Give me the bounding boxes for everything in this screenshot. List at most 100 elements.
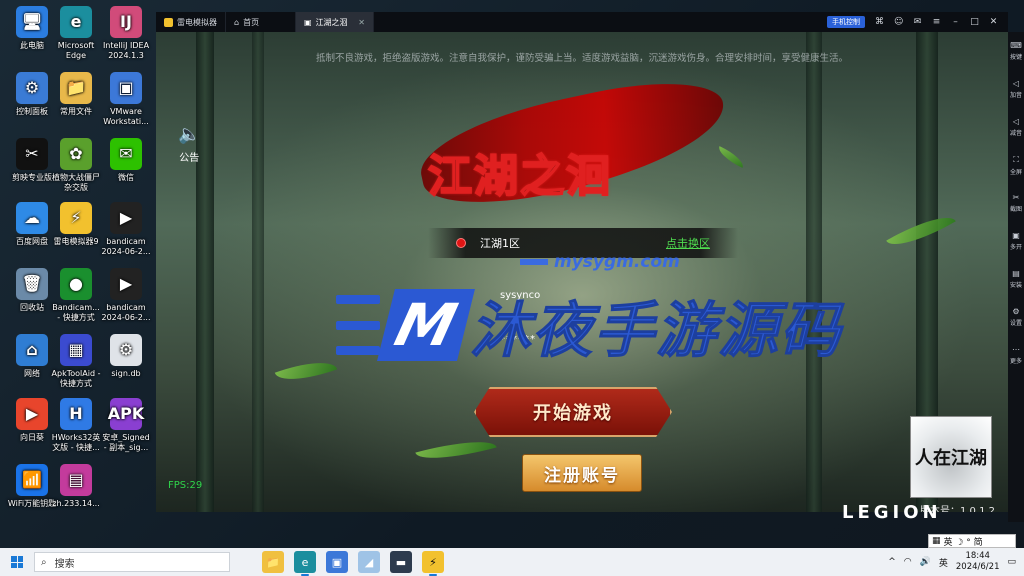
titlebar-controls: 手机控制 ⌘ ☺ ✉ ≡ – □ ✕ bbox=[827, 16, 1008, 28]
tab-home[interactable]: ⌂ 首页 bbox=[226, 12, 296, 32]
bandicam-icon[interactable]: ▬ bbox=[390, 551, 412, 573]
vmware-icon[interactable]: ▣ bbox=[326, 551, 348, 573]
emulator-sidebar: ⌨ 按键 ◁ 加音 ◁ 减音 ⛶ 全屏 ✂ 截图 ▣ 多开 ▤ 安装 ⚙ 设置 ⋯ 更多 bbox=[1008, 32, 1024, 522]
ime-toolbar[interactable]: ▦ 英 ☽ ° 简 bbox=[928, 534, 1016, 548]
clock[interactable]: 18:44 2024/6/21 bbox=[956, 551, 1000, 573]
tab-game[interactable]: ▣ 江湖之洄 ✕ bbox=[296, 12, 374, 32]
phone-control-button[interactable]: 手机控制 bbox=[827, 16, 865, 28]
app-icon: ▤ bbox=[60, 464, 92, 496]
sidebar-item[interactable]: ⋯ 更多 bbox=[1008, 336, 1024, 374]
sidebar-label: 减音 bbox=[1009, 130, 1022, 137]
sidebar-item[interactable]: ✂ 截图 bbox=[1008, 184, 1024, 222]
search-placeholder: 搜索 bbox=[54, 558, 75, 570]
app-icon: ⚙ bbox=[16, 72, 48, 104]
desktop-icon-label: VMware Workstati... bbox=[103, 107, 149, 126]
app-icon: ⌂ bbox=[16, 334, 48, 366]
sidebar-item[interactable]: ◁ 减音 bbox=[1008, 108, 1024, 146]
desktop-icon[interactable]: ▣ VMware Workstati... bbox=[100, 72, 152, 127]
desktop-icon[interactable]: ✿ 植物大战僵尸杂交版 bbox=[50, 138, 102, 193]
switch-server-link[interactable]: 点击换区 bbox=[666, 235, 710, 251]
desktop-icon[interactable]: 📁 常用文件 bbox=[50, 72, 102, 117]
edge-icon[interactable]: e bbox=[294, 551, 316, 576]
desktop-icon[interactable]: ▦ ApkToolAid - 快捷方式 bbox=[50, 334, 102, 389]
gamepad-icon[interactable]: ⌘ bbox=[875, 17, 884, 27]
maximize-icon[interactable]: □ bbox=[970, 17, 979, 27]
ldplayer-taskbar-icon[interactable]: ⚡ bbox=[422, 551, 444, 576]
clock-time: 18:44 bbox=[965, 551, 990, 561]
sidebar-icon: ⛶ bbox=[1013, 154, 1019, 164]
announcement-label: 公告 bbox=[179, 153, 200, 164]
desktop-icon[interactable]: H HWorks32英文版 - 快捷... bbox=[50, 398, 102, 453]
sidebar-item[interactable]: ▣ 多开 bbox=[1008, 222, 1024, 260]
desktop-icon[interactable]: e Microsoft Edge bbox=[50, 6, 102, 61]
wifi-icon[interactable]: ◠ bbox=[904, 557, 912, 567]
start-game-button[interactable]: 开始游戏 bbox=[474, 387, 672, 437]
desktop-icon[interactable]: ✉ 微信 bbox=[100, 138, 152, 183]
sidebar-item[interactable]: ⛶ 全屏 bbox=[1008, 146, 1024, 184]
desktop-icon[interactable]: ▶ bandicam 2024-06-2... bbox=[100, 268, 152, 323]
app-icon: ✿ bbox=[60, 138, 92, 170]
sidebar-label: 更多 bbox=[1009, 358, 1022, 365]
app-icon: 📁 bbox=[60, 72, 92, 104]
desktop-icon-label: bandicam 2024-06-2... bbox=[101, 237, 151, 256]
desktop-icon-label: IntelliJ IDEA 2024.1.3 bbox=[102, 41, 150, 60]
tab-emulator-home[interactable]: 雷电模拟器 bbox=[156, 12, 226, 32]
app-icon: 🖥 bbox=[16, 6, 48, 38]
sidebar-label: 加音 bbox=[1009, 92, 1022, 99]
file-explorer-icon[interactable]: 📁 bbox=[262, 551, 284, 573]
sidebar-item[interactable]: ▤ 安装 bbox=[1008, 260, 1024, 298]
register-button[interactable]: 注册账号 bbox=[522, 454, 642, 492]
mail-icon[interactable]: ✉ bbox=[913, 17, 922, 27]
sidebar-item[interactable]: ⌨ 按键 bbox=[1008, 32, 1024, 70]
desktop-icon[interactable]: ⚙ sign.db bbox=[100, 334, 152, 379]
app-icon: ▣ bbox=[110, 72, 142, 104]
desktop-icon[interactable]: ● Bandicam... - 快捷方式 bbox=[50, 268, 102, 323]
server-name: 江湖1区 bbox=[480, 237, 520, 250]
close-window-icon[interactable]: ✕ bbox=[989, 17, 998, 27]
desktop-icon[interactable]: IJ IntelliJ IDEA 2024.1.3 bbox=[100, 6, 152, 61]
app-icon: 🗑 bbox=[16, 268, 48, 300]
desktop-icon-label: ApkToolAid - 快捷方式 bbox=[51, 369, 101, 388]
game-screen[interactable]: 抵制不良游戏，拒绝盗版游戏。注意自我保护，谨防受骗上当。适度游戏益脑，沉迷游戏伤… bbox=[156, 32, 1008, 512]
app-icon[interactable]: ◢ bbox=[358, 551, 380, 573]
desktop-icon[interactable]: ▤ zh.233.14... bbox=[50, 464, 102, 509]
tab-label: 雷电模拟器 bbox=[177, 17, 217, 27]
desktop-icon-label: 植物大战僵尸杂交版 bbox=[52, 173, 100, 192]
search-icon: ⌕ bbox=[41, 556, 47, 568]
notification-icon[interactable]: ▭ bbox=[1007, 557, 1016, 567]
tray-expand-icon[interactable]: ^ bbox=[888, 557, 896, 567]
language-indicator[interactable]: 英 bbox=[939, 556, 948, 569]
sidebar-icon: ⚙ bbox=[1012, 307, 1020, 316]
taskbar-apps: 📁 e ▣ ◢ ▬ ⚡ bbox=[262, 551, 444, 576]
menu-icon[interactable]: ≡ bbox=[932, 17, 941, 27]
watermark-url: mysygm.com bbox=[520, 252, 680, 272]
start-button[interactable] bbox=[0, 548, 34, 576]
sidebar-icon: ◁ bbox=[1012, 79, 1020, 88]
bamboo-decoration bbox=[806, 32, 822, 512]
announcement-button[interactable]: 🔈 公告 bbox=[178, 124, 200, 164]
volume-icon[interactable]: 🔊 bbox=[920, 557, 931, 567]
clock-date: 2024/6/21 bbox=[955, 562, 1000, 572]
sidebar-item[interactable]: ⚙ 设置 bbox=[1008, 298, 1024, 336]
app-icon: ● bbox=[60, 268, 92, 300]
desktop-icon-label: Microsoft Edge bbox=[57, 41, 95, 60]
desktop-icon-label: 雷电模拟器9 bbox=[53, 237, 99, 246]
app-icon: ▶ bbox=[110, 202, 142, 234]
desktop-icon[interactable]: APK 安卓_Signed - 副本_sig... bbox=[100, 398, 152, 453]
bamboo-decoration bbox=[196, 32, 214, 512]
app-icon: ✂ bbox=[16, 138, 48, 170]
sidebar-item[interactable]: ◁ 加音 bbox=[1008, 70, 1024, 108]
desktop-icon-label: 常用文件 bbox=[60, 107, 92, 116]
close-tab-icon[interactable]: ✕ bbox=[358, 18, 365, 27]
app-icon: ⚡ bbox=[60, 202, 92, 234]
watermark-url-text: mysygm.com bbox=[554, 252, 680, 272]
desktop-icon-label: zh.233.14... bbox=[52, 499, 100, 508]
desktop-icon[interactable]: ⚡ 雷电模拟器9 bbox=[50, 202, 102, 247]
user-icon[interactable]: ☺ bbox=[894, 17, 903, 27]
sidebar-label: 多开 bbox=[1009, 244, 1022, 251]
watermark-logo: M bbox=[377, 289, 475, 361]
minimize-icon[interactable]: – bbox=[951, 17, 960, 27]
desktop-icon[interactable]: ▶ bandicam 2024-06-2... bbox=[100, 202, 152, 257]
taskbar-search[interactable]: ⌕ 搜索 bbox=[34, 552, 230, 572]
server-status-icon bbox=[456, 238, 466, 248]
